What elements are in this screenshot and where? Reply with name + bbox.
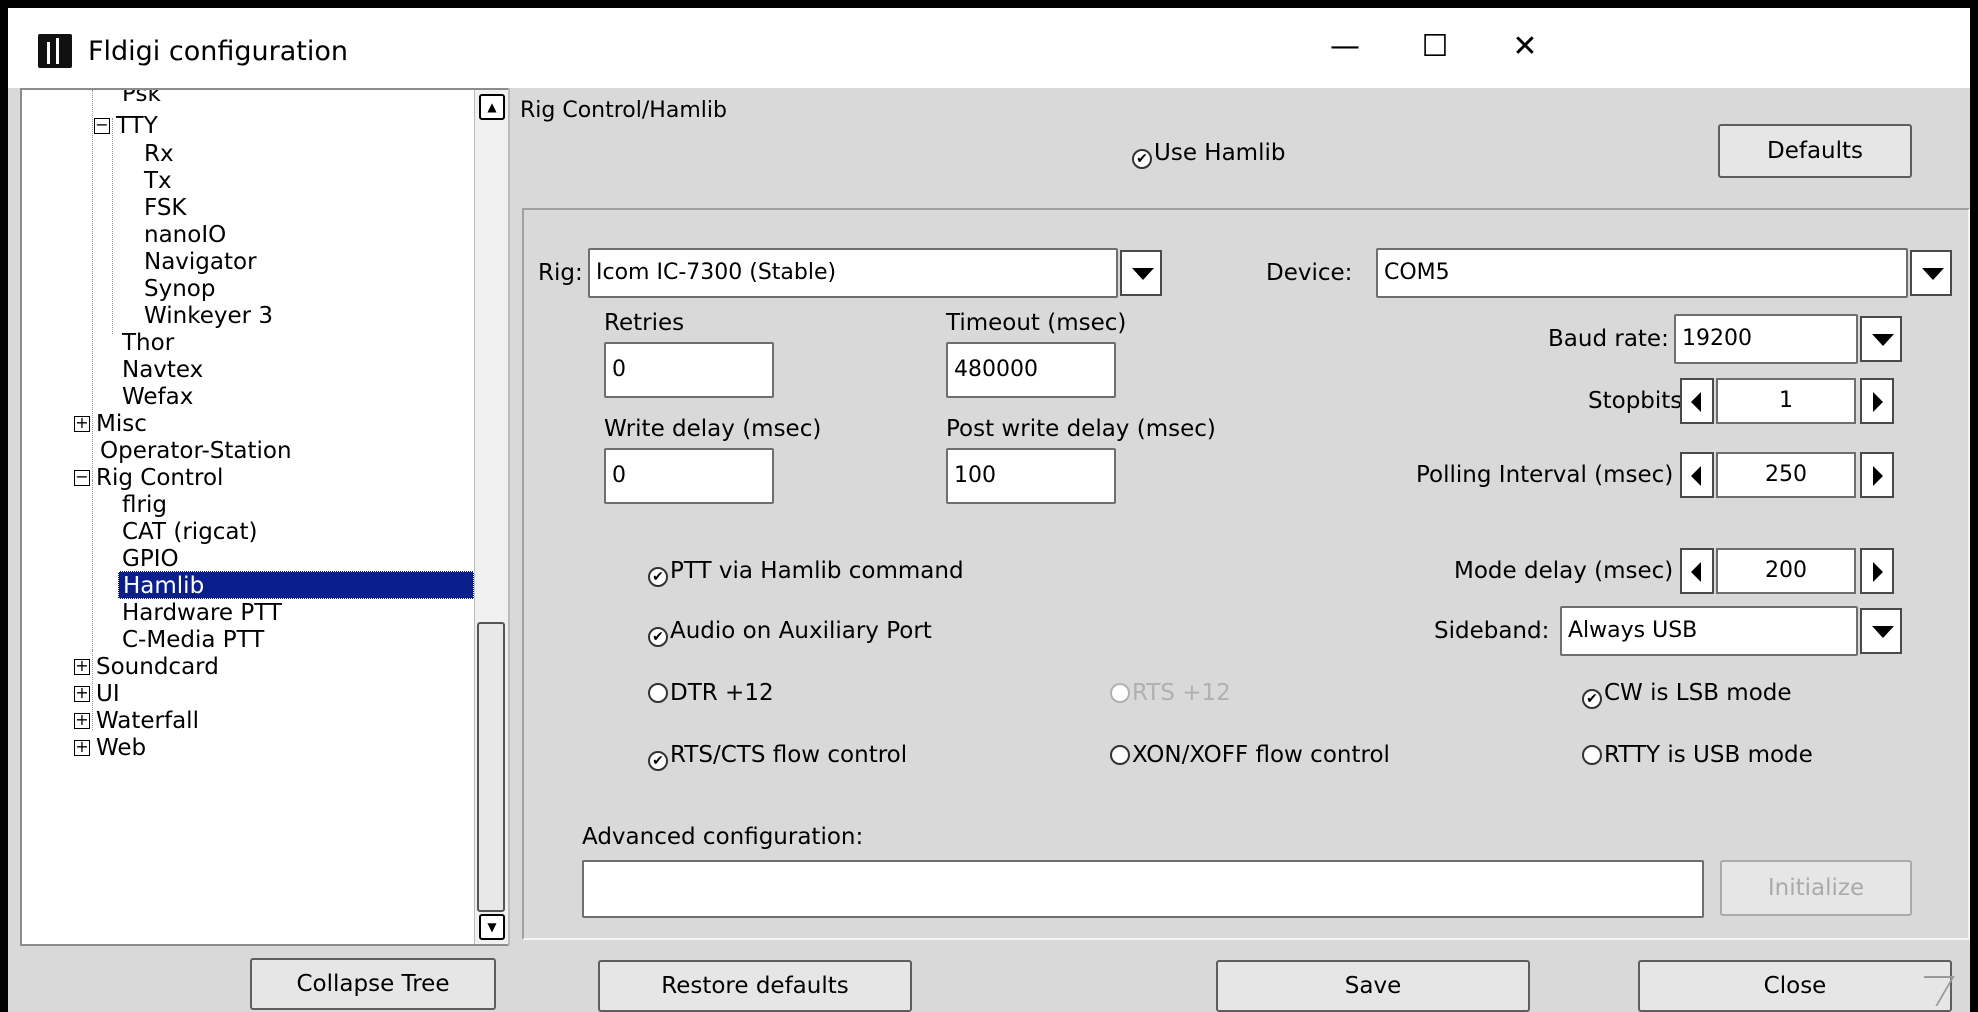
checkbox-empty-icon bbox=[1582, 745, 1602, 765]
defaults-button[interactable]: Defaults bbox=[1718, 124, 1912, 178]
baud-rate-dropdown-arrow-icon[interactable] bbox=[1860, 316, 1902, 362]
tree-expand-misc-icon[interactable]: + bbox=[74, 415, 90, 432]
retries-input[interactable]: 0 bbox=[604, 342, 774, 398]
rig-label: Rig: bbox=[538, 260, 583, 286]
mode-delay-value[interactable]: 200 bbox=[1716, 548, 1856, 594]
initialize-button[interactable]: Initialize bbox=[1720, 860, 1912, 916]
restore-defaults-button[interactable]: Restore defaults bbox=[598, 960, 912, 1012]
write-delay-input[interactable]: 0 bbox=[604, 448, 774, 504]
cw-lsb-checkbox[interactable]: ✔ CW is LSB mode bbox=[1582, 678, 1792, 709]
stopbits-label: Stopbits bbox=[1588, 388, 1683, 414]
tree-guide-line bbox=[92, 480, 93, 730]
device-label: Device: bbox=[1266, 260, 1353, 286]
minimize-button[interactable]: — bbox=[1310, 22, 1380, 72]
tree-expand-web-icon[interactable]: + bbox=[74, 739, 90, 756]
maximize-button[interactable]: ☐ bbox=[1400, 22, 1470, 72]
tree-item-web[interactable]: Web bbox=[96, 732, 146, 764]
sideband-label: Sideband: bbox=[1434, 618, 1550, 644]
stopbits-increment-icon[interactable] bbox=[1860, 378, 1894, 424]
tree-collapse-tty-icon[interactable]: − bbox=[94, 117, 110, 134]
checkbox-empty-icon bbox=[648, 683, 668, 703]
scroll-down-icon[interactable]: ▼ bbox=[479, 914, 505, 940]
save-button[interactable]: Save bbox=[1216, 960, 1530, 1012]
tree-guide-line bbox=[112, 118, 113, 334]
polling-interval-label: Polling Interval (msec) bbox=[1416, 462, 1674, 488]
retries-label: Retries bbox=[604, 310, 685, 336]
device-dropdown-arrow-icon[interactable] bbox=[1910, 250, 1952, 296]
baud-rate-label: Baud rate: bbox=[1548, 326, 1669, 352]
baud-rate-select[interactable]: 19200 bbox=[1674, 314, 1858, 364]
tree-expand-ui-icon[interactable]: + bbox=[74, 685, 90, 702]
scroll-up-icon[interactable]: ▲ bbox=[479, 94, 505, 120]
hamlib-settings-panel: Rig Control/Hamlib ✔ Use Hamlib Defaults … bbox=[508, 88, 1970, 946]
checkmark-icon: ✔ bbox=[648, 627, 668, 647]
device-input[interactable]: COM5 bbox=[1376, 248, 1908, 298]
rig-select[interactable]: Icom IC-7300 (Stable) bbox=[588, 248, 1118, 298]
tree-item-hamlib-selected[interactable]: Hamlib bbox=[118, 571, 474, 599]
config-window: Fldigi configuration — ☐ ✕ Psk − TTY Rx … bbox=[8, 8, 1970, 1012]
audio-aux-port-checkbox[interactable]: ✔ Audio on Auxiliary Port bbox=[648, 616, 932, 647]
fldigi-app-icon bbox=[38, 34, 72, 68]
stopbits-value[interactable]: 1 bbox=[1716, 378, 1856, 424]
rts-cts-flow-control-checkbox[interactable]: ✔ RTS/CTS flow control bbox=[648, 740, 907, 771]
rts-plus12-checkbox[interactable]: RTS +12 bbox=[1110, 678, 1231, 708]
checkmark-icon: ✔ bbox=[1132, 149, 1152, 169]
checkmark-icon: ✔ bbox=[648, 751, 668, 771]
tree-expand-waterfall-icon[interactable]: + bbox=[74, 712, 90, 729]
bottom-button-bar: Collapse Tree Restore defaults Save Clos… bbox=[8, 946, 1970, 1012]
checkbox-empty-icon bbox=[1110, 745, 1130, 765]
polling-interval-increment-icon[interactable] bbox=[1860, 452, 1894, 498]
xon-xoff-flow-control-checkbox[interactable]: XON/XOFF flow control bbox=[1110, 740, 1390, 770]
close-button[interactable]: Close bbox=[1638, 960, 1952, 1012]
use-hamlib-checkbox[interactable]: ✔ Use Hamlib bbox=[1132, 138, 1285, 169]
advanced-config-label: Advanced configuration: bbox=[582, 824, 864, 850]
close-window-button[interactable]: ✕ bbox=[1490, 22, 1560, 72]
timeout-input[interactable]: 480000 bbox=[946, 342, 1116, 398]
mode-delay-decrement-icon[interactable] bbox=[1680, 548, 1714, 594]
scrollbar-thumb[interactable] bbox=[477, 622, 505, 912]
title-bar: Fldigi configuration — ☐ ✕ bbox=[8, 8, 1970, 88]
tree-expand-soundcard-icon[interactable]: + bbox=[74, 658, 90, 675]
tree-collapse-rig-control-icon[interactable]: − bbox=[74, 469, 90, 486]
tree-item-psk[interactable]: Psk bbox=[122, 90, 161, 110]
checkbox-empty-icon bbox=[1110, 683, 1130, 703]
ptt-via-hamlib-checkbox[interactable]: ✔ PTT via Hamlib command bbox=[648, 556, 964, 587]
rig-dropdown-arrow-icon[interactable] bbox=[1120, 250, 1162, 296]
collapse-tree-button[interactable]: Collapse Tree bbox=[250, 958, 496, 1010]
post-write-delay-input[interactable]: 100 bbox=[946, 448, 1116, 504]
dtr-plus12-checkbox[interactable]: DTR +12 bbox=[648, 678, 774, 708]
checkmark-icon: ✔ bbox=[648, 567, 668, 587]
rtty-usb-checkbox[interactable]: RTTY is USB mode bbox=[1582, 740, 1813, 770]
sideband-select[interactable]: Always USB bbox=[1560, 606, 1858, 656]
panel-heading: Rig Control/Hamlib bbox=[520, 98, 727, 123]
post-write-delay-label: Post write delay (msec) bbox=[946, 416, 1216, 442]
polling-interval-value[interactable]: 250 bbox=[1716, 452, 1856, 498]
stopbits-decrement-icon[interactable] bbox=[1680, 378, 1714, 424]
write-delay-label: Write delay (msec) bbox=[604, 416, 822, 442]
timeout-label: Timeout (msec) bbox=[946, 310, 1127, 336]
mode-delay-increment-icon[interactable] bbox=[1860, 548, 1894, 594]
window-title: Fldigi configuration bbox=[88, 36, 348, 67]
polling-interval-decrement-icon[interactable] bbox=[1680, 452, 1714, 498]
config-tree: Psk − TTY Rx Tx FSK nanoIO Navigator Syn… bbox=[20, 88, 510, 946]
checkmark-icon: ✔ bbox=[1582, 689, 1602, 709]
tree-guide-line bbox=[92, 650, 93, 686]
sideband-dropdown-arrow-icon[interactable] bbox=[1860, 608, 1902, 654]
tree-scrollbar[interactable]: ▲ ▼ bbox=[474, 90, 508, 944]
mode-delay-label: Mode delay (msec) bbox=[1454, 558, 1674, 584]
advanced-config-input[interactable] bbox=[582, 860, 1704, 918]
